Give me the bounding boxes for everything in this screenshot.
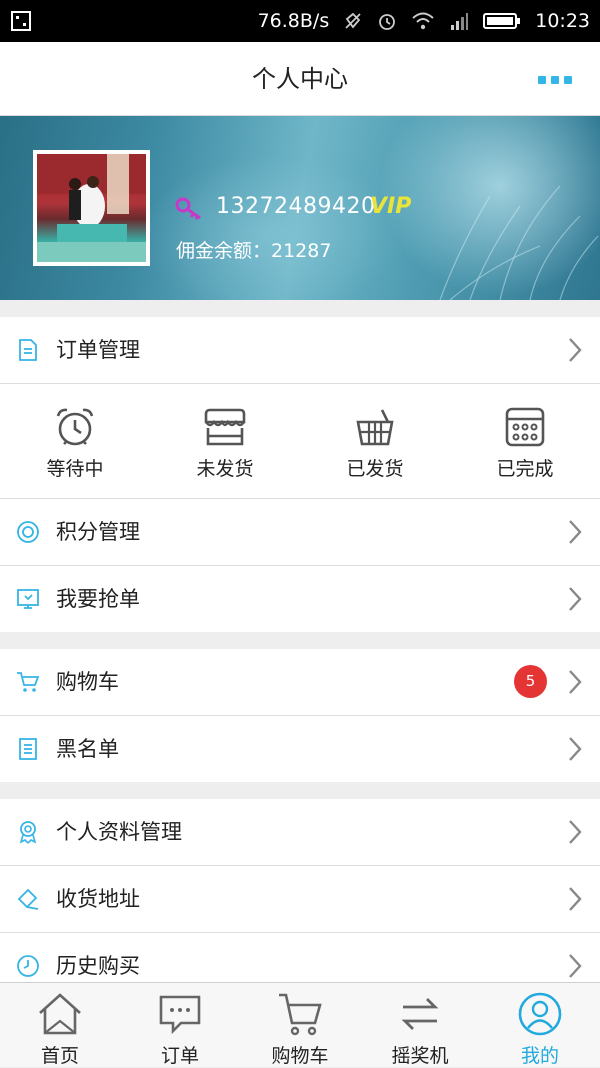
chevron-right-icon bbox=[569, 520, 582, 544]
profile-management-label: 个人资料管理 bbox=[56, 820, 182, 844]
swap-icon bbox=[401, 998, 439, 1030]
award-icon bbox=[19, 821, 37, 844]
cart-row[interactable]: 购物车 5 bbox=[0, 649, 600, 715]
screenshot-icon bbox=[11, 11, 31, 31]
tab-home[interactable]: 首页 bbox=[0, 983, 120, 1068]
list-icon bbox=[19, 738, 37, 760]
signal-icon bbox=[451, 13, 469, 30]
alarm-icon bbox=[379, 14, 396, 30]
order-status-completed[interactable]: 已完成 bbox=[450, 384, 600, 498]
cart-label: 购物车 bbox=[56, 670, 119, 694]
shipping-address-row[interactable]: 收货地址 bbox=[0, 866, 600, 932]
phone-number: 13272489420 bbox=[216, 194, 376, 219]
tab-label: 订单 bbox=[160, 1045, 199, 1067]
bottom-tab-bar: 首页 订单 购物车 摇奖机 我的 bbox=[0, 982, 600, 1067]
grab-order-icon bbox=[17, 589, 39, 609]
tab-label: 购物车 bbox=[271, 1045, 329, 1067]
key-icon bbox=[175, 197, 201, 220]
blacklist-row[interactable]: 黑名单 bbox=[0, 716, 600, 782]
clock-time: 10:23 bbox=[535, 10, 590, 32]
calendar-icon bbox=[505, 407, 545, 447]
order-status-label: 已完成 bbox=[496, 458, 554, 480]
blacklist-label: 黑名单 bbox=[56, 737, 119, 761]
order-management-row[interactable]: 订单管理 bbox=[0, 317, 600, 383]
mute-icon bbox=[345, 12, 361, 29]
status-bar: 76.8B/s 10:23 bbox=[0, 0, 600, 42]
document-icon bbox=[19, 339, 37, 361]
cart-icon bbox=[17, 672, 40, 692]
chevron-right-icon bbox=[569, 587, 582, 611]
grab-orders-row[interactable]: 我要抢单 bbox=[0, 566, 600, 632]
points-management-row[interactable]: 积分管理 bbox=[0, 499, 600, 565]
tab-label: 首页 bbox=[40, 1045, 79, 1067]
battery-icon bbox=[483, 13, 521, 29]
chevron-right-icon bbox=[569, 338, 582, 362]
order-status-label: 已发货 bbox=[346, 458, 404, 480]
avatar[interactable] bbox=[33, 150, 150, 266]
vip-badge: VIP bbox=[370, 194, 412, 219]
commission-balance: 佣金余额：21287 bbox=[176, 240, 332, 262]
tab-cart[interactable]: 购物车 bbox=[240, 983, 360, 1068]
chevron-right-icon bbox=[569, 887, 582, 911]
cart-icon bbox=[279, 993, 322, 1036]
chevron-right-icon bbox=[569, 737, 582, 761]
profile-banner: 13272489420 VIP 佣金余额：21287 bbox=[0, 116, 600, 300]
home-icon bbox=[39, 993, 81, 1035]
store-icon bbox=[204, 408, 246, 446]
order-status-label: 等待中 bbox=[46, 458, 104, 480]
network-speed: 76.8B/s bbox=[257, 10, 330, 32]
order-status-shipped[interactable]: 已发货 bbox=[300, 384, 450, 498]
points-management-label: 积分管理 bbox=[56, 520, 140, 544]
tab-label: 摇奖机 bbox=[391, 1045, 449, 1067]
tab-lottery[interactable]: 摇奖机 bbox=[360, 983, 480, 1068]
order-status-label: 未发货 bbox=[196, 458, 254, 480]
order-management-label: 订单管理 bbox=[56, 338, 140, 362]
profile-management-row[interactable]: 个人资料管理 bbox=[0, 799, 600, 865]
chevron-right-icon bbox=[569, 820, 582, 844]
page-title: 个人中心 bbox=[252, 65, 348, 93]
chevron-right-icon bbox=[569, 954, 582, 978]
grass-decoration bbox=[439, 185, 599, 300]
chevron-right-icon bbox=[569, 670, 582, 694]
wifi-icon bbox=[412, 12, 434, 30]
location-tag-icon bbox=[17, 888, 39, 910]
grab-orders-label: 我要抢单 bbox=[56, 587, 140, 611]
cart-count-badge: 5 bbox=[514, 665, 547, 698]
tab-orders[interactable]: 订单 bbox=[120, 983, 240, 1068]
tab-label: 我的 bbox=[520, 1045, 559, 1067]
alarm-clock-icon bbox=[56, 408, 94, 446]
nav-bar: 个人中心 bbox=[0, 42, 600, 116]
order-status-waiting[interactable]: 等待中 bbox=[0, 384, 150, 498]
chat-order-icon bbox=[159, 995, 201, 1035]
order-status-grid: 等待中 未发货 已发货 已完成 bbox=[0, 384, 600, 498]
history-clock-icon bbox=[17, 955, 39, 977]
more-dots-icon[interactable] bbox=[538, 76, 574, 84]
basket-icon bbox=[356, 409, 394, 446]
tab-mine[interactable]: 我的 bbox=[480, 983, 600, 1068]
user-icon bbox=[518, 992, 562, 1036]
order-status-unshipped[interactable]: 未发货 bbox=[150, 384, 300, 498]
shipping-address-label: 收货地址 bbox=[56, 887, 140, 911]
points-icon bbox=[17, 521, 39, 543]
